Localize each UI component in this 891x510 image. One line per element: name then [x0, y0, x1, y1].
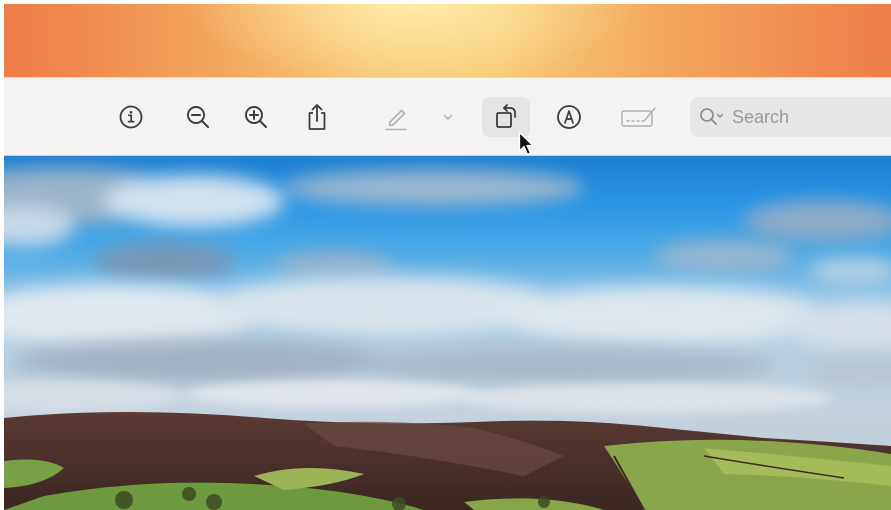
signature-icon — [621, 107, 656, 127]
info-button[interactable] — [112, 99, 150, 135]
desktop-wallpaper — [4, 4, 891, 78]
markup-pen-icon — [385, 109, 407, 131]
share-icon — [308, 104, 326, 130]
landscape-photo — [4, 156, 891, 510]
mouse-pointer — [518, 131, 534, 156]
markup-options-dropdown[interactable] — [435, 99, 461, 135]
search-icon — [700, 108, 724, 125]
markup-button[interactable] — [377, 99, 415, 135]
zoom-out-button[interactable] — [179, 99, 217, 135]
zoom-in-button[interactable] — [237, 99, 275, 135]
markup-circle-icon — [557, 105, 581, 129]
landscape-illustration — [4, 168, 891, 510]
search-field[interactable] — [690, 97, 891, 137]
search-input[interactable] — [732, 106, 882, 128]
zoom-out-icon — [187, 106, 209, 128]
signature-button[interactable] — [616, 99, 662, 135]
chevron-down-icon — [443, 114, 453, 120]
rotate-icon — [496, 104, 516, 128]
info-icon — [119, 105, 143, 129]
share-button[interactable] — [298, 99, 336, 135]
markup-circle-button[interactable] — [550, 99, 588, 135]
preview-toolbar — [4, 77, 891, 156]
zoom-in-icon — [245, 106, 267, 128]
